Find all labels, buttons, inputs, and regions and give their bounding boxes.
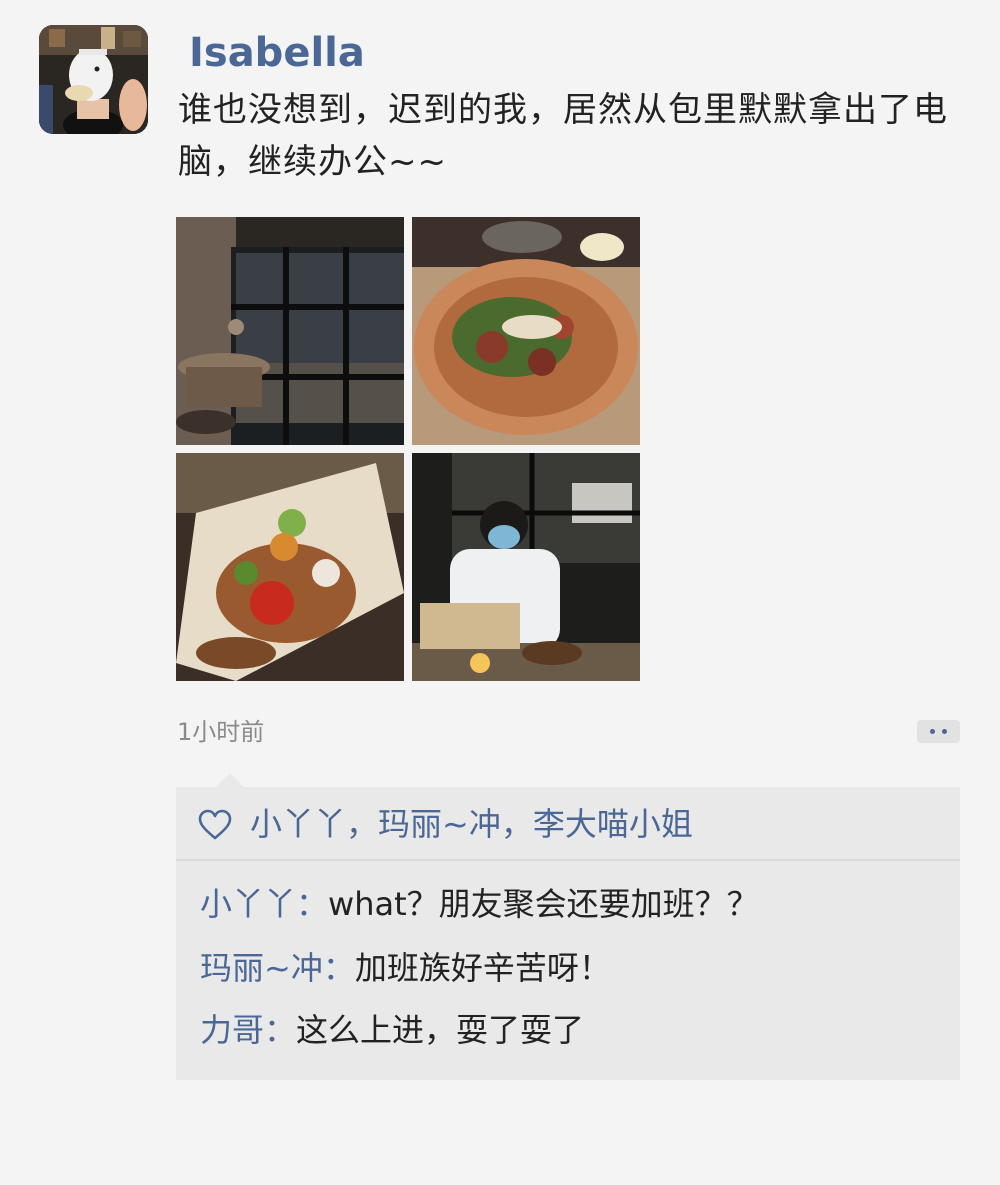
post-photo[interactable] xyxy=(176,217,404,445)
post-text: 谁也没想到，迟到的我，居然从包里默默拿出了电脑，继续办公~~ xyxy=(178,90,948,182)
more-button[interactable] xyxy=(917,720,960,743)
avatar[interactable] xyxy=(39,25,148,134)
comment-author[interactable]: 小丫丫： xyxy=(200,885,328,923)
post-photo[interactable] xyxy=(176,453,404,681)
post-photo[interactable] xyxy=(412,217,640,445)
comment-text: 加班族好辛苦呀！ xyxy=(354,949,611,987)
divider xyxy=(176,859,960,861)
more-dots-icon xyxy=(942,729,947,734)
comment-item[interactable]: 力哥：这么上进，耍了耍了 xyxy=(200,1007,584,1053)
likes-names[interactable]: 小丫丫，玛丽~冲，李大喵小姐 xyxy=(250,801,693,847)
heart-outline-icon xyxy=(198,809,232,840)
post-timestamp: 1小时前 xyxy=(177,718,265,746)
comment-author[interactable]: 玛丽~冲： xyxy=(200,949,355,987)
interaction-panel: 小丫丫，玛丽~冲，李大喵小姐 小丫丫：what？朋友聚会还要加班？？ 玛丽~冲：… xyxy=(176,787,960,1080)
more-dots-icon xyxy=(930,729,935,734)
comment-author[interactable]: 力哥： xyxy=(200,1011,296,1049)
post-author[interactable]: Isabella xyxy=(189,28,365,78)
panel-pointer xyxy=(216,773,244,787)
comment-item[interactable]: 小丫丫：what？朋友聚会还要加班？？ xyxy=(200,881,759,927)
comment-item[interactable]: 玛丽~冲：加班族好辛苦呀！ xyxy=(200,945,611,991)
likes-row: 小丫丫，玛丽~冲，李大喵小姐 xyxy=(176,787,960,859)
comment-text: 这么上进，耍了耍了 xyxy=(296,1011,585,1049)
post-photo[interactable] xyxy=(412,453,640,681)
moment-post: Isabella 谁也没想到，迟到的我，居然从包里默默拿出了电脑，继续办公~~ xyxy=(0,0,1000,1185)
comment-text: what？朋友聚会还要加班？？ xyxy=(328,885,759,923)
